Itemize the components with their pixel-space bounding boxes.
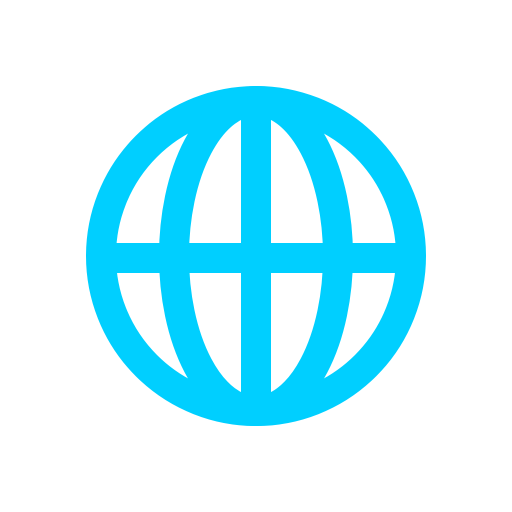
globe-icon xyxy=(86,86,426,426)
icon-canvas xyxy=(0,0,512,512)
